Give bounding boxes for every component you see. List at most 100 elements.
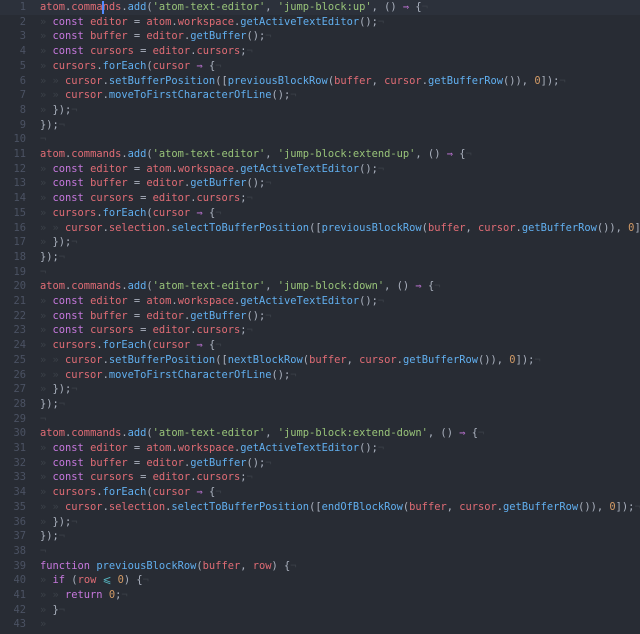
- line-number[interactable]: 13: [0, 176, 26, 191]
- code-text[interactable]: » const cursors = editor.cursors;¬: [40, 470, 253, 485]
- code-text[interactable]: » const editor = atom.workspace.getActiv…: [40, 15, 384, 30]
- code-line[interactable]: 30 atom.commands.add('atom-text-editor', …: [0, 426, 640, 441]
- line-number[interactable]: 36: [0, 515, 26, 530]
- code-line[interactable]: 15 » cursors.forEach(cursor ⇒ {¬: [0, 206, 640, 221]
- code-line[interactable]: 28 });¬: [0, 397, 640, 412]
- code-line[interactable]: 35 » » cursor.selection.selectToBufferPos…: [0, 500, 640, 515]
- code-text[interactable]: » const buffer = editor.getBuffer();¬: [40, 29, 272, 44]
- code-line[interactable]: 4 » const cursors = editor.cursors;¬: [0, 44, 640, 59]
- code-text[interactable]: ¬: [40, 544, 46, 559]
- code-line[interactable]: 31 » const editor = atom.workspace.getAct…: [0, 441, 640, 456]
- line-number[interactable]: 18: [0, 250, 26, 265]
- code-line[interactable]: 17 » });¬: [0, 235, 640, 250]
- line-number[interactable]: 22: [0, 309, 26, 324]
- code-text[interactable]: » });¬: [40, 515, 78, 530]
- code-text[interactable]: atom.commands.add('atom-text-editor', 'j…: [40, 147, 472, 162]
- code-text[interactable]: });¬: [40, 397, 65, 412]
- code-text[interactable]: atom.commands.add('atom-text-editor', 'j…: [40, 0, 428, 15]
- line-number[interactable]: 42: [0, 603, 26, 618]
- line-number[interactable]: 33: [0, 470, 26, 485]
- line-number[interactable]: 40: [0, 573, 26, 588]
- line-number[interactable]: 1: [0, 0, 26, 15]
- line-number[interactable]: 2: [0, 15, 26, 30]
- code-text[interactable]: » const editor = atom.workspace.getActiv…: [40, 294, 384, 309]
- line-number[interactable]: 3: [0, 29, 26, 44]
- code-line[interactable]: 1 atom.commands.add('atom-text-editor', '…: [0, 0, 640, 15]
- code-line[interactable]: 41 » » return 0;¬: [0, 588, 640, 603]
- code-text[interactable]: » });¬: [40, 235, 78, 250]
- line-number[interactable]: 28: [0, 397, 26, 412]
- code-line[interactable]: 8 » });¬: [0, 103, 640, 118]
- line-number[interactable]: 10: [0, 132, 26, 147]
- code-line[interactable]: 20 atom.commands.add('atom-text-editor', …: [0, 279, 640, 294]
- code-text[interactable]: » » cursor.moveToFirstCharacterOfLine();…: [40, 368, 297, 383]
- code-line[interactable]: 29 ¬: [0, 412, 640, 427]
- code-text[interactable]: » });¬: [40, 382, 78, 397]
- code-line[interactable]: 26 » » cursor.moveToFirstCharacterOfLine(…: [0, 368, 640, 383]
- code-line[interactable]: 24 » cursors.forEach(cursor ⇒ {¬: [0, 338, 640, 353]
- line-number[interactable]: 30: [0, 426, 26, 441]
- code-line[interactable]: 5 » cursors.forEach(cursor ⇒ {¬: [0, 59, 640, 74]
- code-line[interactable]: 9});¬: [0, 118, 640, 133]
- code-text[interactable]: ¬: [40, 132, 46, 147]
- line-number[interactable]: 15: [0, 206, 26, 221]
- line-number[interactable]: 4: [0, 44, 26, 59]
- code-text[interactable]: » cursors.forEach(cursor ⇒ {¬: [40, 485, 222, 500]
- code-line[interactable]: 37 });¬: [0, 529, 640, 544]
- code-text[interactable]: » » cursor.setBufferPosition([previousBl…: [40, 74, 566, 89]
- code-line[interactable]: 22 » const buffer = editor.getBuffer();¬: [0, 309, 640, 324]
- code-line[interactable]: 11 atom.commands.add('atom-text-editor', …: [0, 147, 640, 162]
- code-text[interactable]: » » cursor.setBufferPosition([nextBlockR…: [40, 353, 541, 368]
- code-text[interactable]: » » return 0;¬: [40, 588, 128, 603]
- code-line[interactable]: 12 » const editor = atom.workspace.getAct…: [0, 162, 640, 177]
- line-number[interactable]: 27: [0, 382, 26, 397]
- code-text[interactable]: atom.commands.add('atom-text-editor', 'j…: [40, 279, 440, 294]
- code-line[interactable]: 2 » const editor = atom.workspace.getActi…: [0, 15, 640, 30]
- code-text[interactable]: » cursors.forEach(cursor ⇒ {¬: [40, 59, 222, 74]
- code-text[interactable]: » const cursors = editor.cursors;¬: [40, 191, 253, 206]
- line-number[interactable]: 26: [0, 368, 26, 383]
- line-number[interactable]: 19: [0, 265, 26, 280]
- line-number[interactable]: 8: [0, 103, 26, 118]
- code-text[interactable]: » if (row ⩽ 0) {¬: [40, 573, 149, 588]
- code-line[interactable]: 3 » const buffer = editor.getBuffer();¬: [0, 29, 640, 44]
- line-number[interactable]: 5: [0, 59, 26, 74]
- code-line[interactable]: 18});¬: [0, 250, 640, 265]
- line-number[interactable]: 14: [0, 191, 26, 206]
- code-text[interactable]: » const buffer = editor.getBuffer();¬: [40, 456, 272, 471]
- line-number[interactable]: 21: [0, 294, 26, 309]
- line-number[interactable]: 31: [0, 441, 26, 456]
- code-line[interactable]: 39 function previousBlockRow(buffer, row)…: [0, 559, 640, 574]
- code-text[interactable]: » const editor = atom.workspace.getActiv…: [40, 441, 384, 456]
- line-number[interactable]: 6: [0, 74, 26, 89]
- code-line[interactable]: 16 » » cursor.selection.selectToBufferPos…: [0, 221, 640, 236]
- code-text[interactable]: function previousBlockRow(buffer, row) {…: [40, 559, 297, 574]
- code-text[interactable]: » » cursor.selection.selectToBufferPosit…: [40, 221, 640, 236]
- line-number[interactable]: 32: [0, 456, 26, 471]
- code-line[interactable]: 25 » » cursor.setBufferPosition([nextBloc…: [0, 353, 640, 368]
- line-number[interactable]: 23: [0, 323, 26, 338]
- line-number[interactable]: 39: [0, 559, 26, 574]
- line-number[interactable]: 25: [0, 353, 26, 368]
- code-line[interactable]: 14 » const cursors = editor.cursors;¬: [0, 191, 640, 206]
- code-line[interactable]: 7 » » cursor.moveToFirstCharacterOfLine()…: [0, 88, 640, 103]
- line-number[interactable]: 12: [0, 162, 26, 177]
- line-number[interactable]: 35: [0, 500, 26, 515]
- code-line[interactable]: 42 » }¬: [0, 603, 640, 618]
- code-line[interactable]: 23 » const cursors = editor.cursors;¬: [0, 323, 640, 338]
- line-number[interactable]: 41: [0, 588, 26, 603]
- line-number[interactable]: 37: [0, 529, 26, 544]
- code-line[interactable]: 40 » if (row ⩽ 0) {¬: [0, 573, 640, 588]
- code-line[interactable]: 13 » const buffer = editor.getBuffer();¬: [0, 176, 640, 191]
- code-text[interactable]: });¬: [40, 118, 65, 133]
- code-text[interactable]: » » cursor.moveToFirstCharacterOfLine();…: [40, 88, 297, 103]
- code-line[interactable]: 19 ¬: [0, 265, 640, 280]
- code-text[interactable]: });¬: [40, 529, 65, 544]
- code-line[interactable]: 33 » const cursors = editor.cursors;¬: [0, 470, 640, 485]
- line-number[interactable]: 17: [0, 235, 26, 250]
- line-number[interactable]: 34: [0, 485, 26, 500]
- code-line[interactable]: 36 » });¬: [0, 515, 640, 530]
- line-number[interactable]: 38: [0, 544, 26, 559]
- code-text[interactable]: » » cursor.selection.selectToBufferPosit…: [40, 500, 640, 515]
- line-number[interactable]: 24: [0, 338, 26, 353]
